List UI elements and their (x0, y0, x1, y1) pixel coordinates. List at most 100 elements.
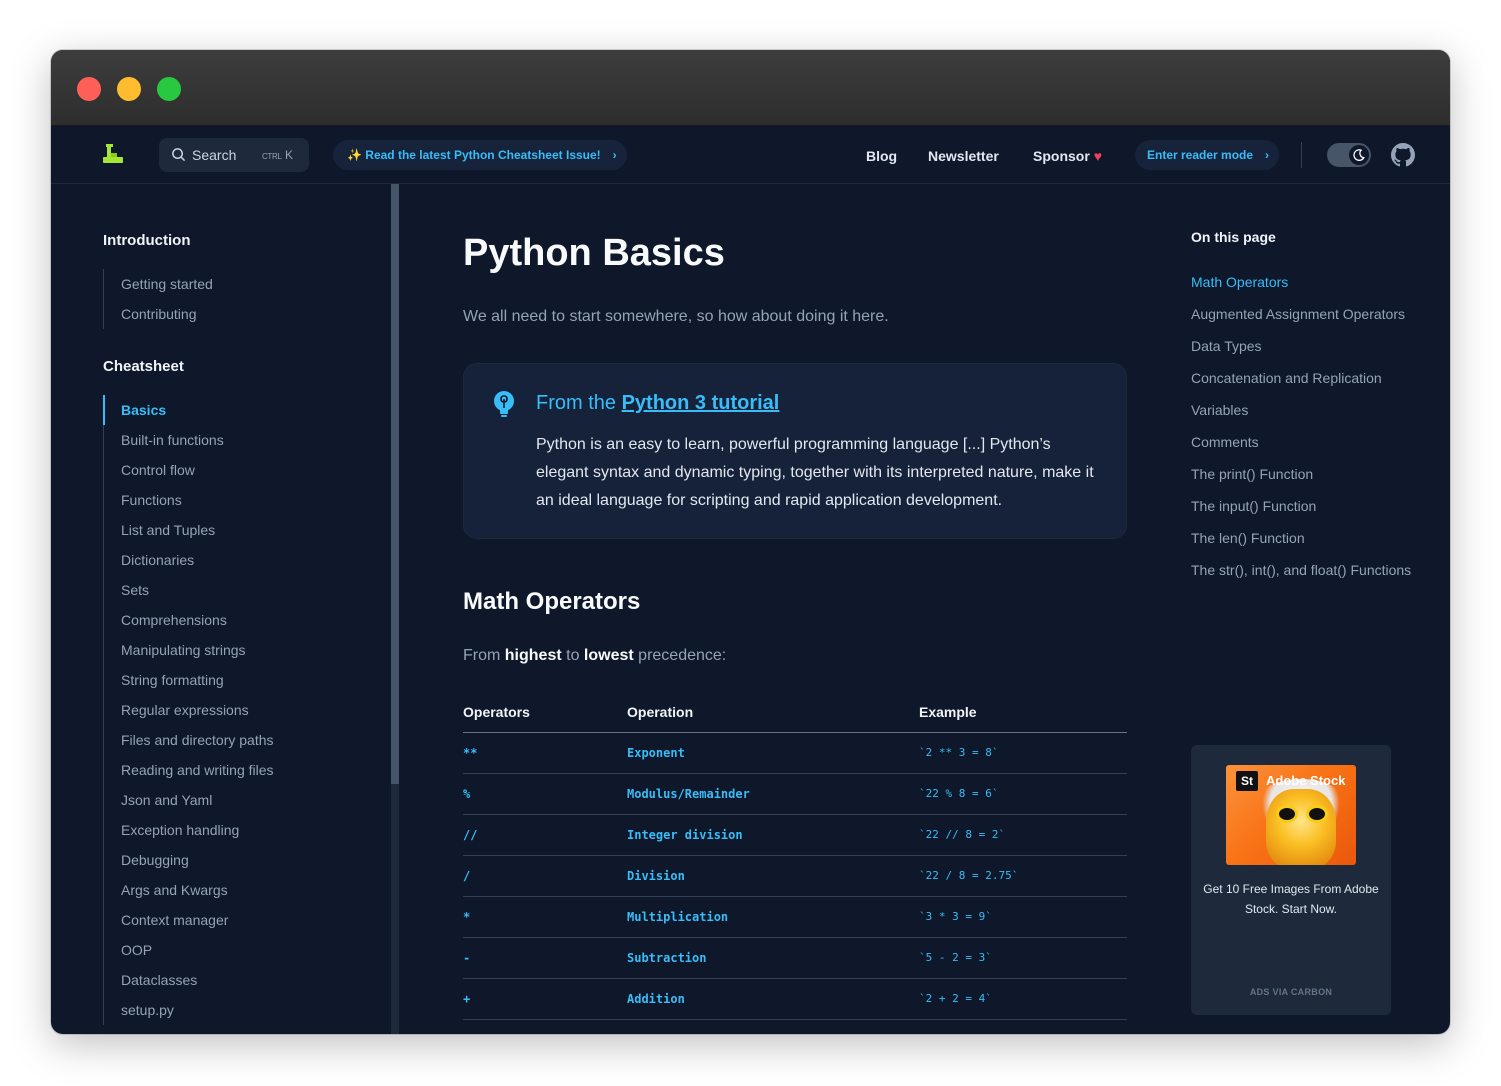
reader-mode-button[interactable]: Enter reader mode › (1135, 140, 1280, 170)
sidebar-item-basics[interactable]: Basics (103, 395, 274, 425)
toc-item-input-function[interactable]: The input() Function (1191, 494, 1421, 518)
sidebar-item-comprehensions[interactable]: Comprehensions (104, 605, 274, 635)
sidebar-item-reading-and-writing-files[interactable]: Reading and writing files (104, 755, 274, 785)
ads-via-carbon-link[interactable]: ADS VIA CARBON (1191, 987, 1391, 997)
lightbulb-icon (494, 391, 514, 417)
cheatsheet-issue-link[interactable]: ✨ Read the latest Python Cheatsheet Issu… (333, 140, 627, 170)
moon-icon (1353, 149, 1365, 161)
operation-cell: Modulus/Remainder (627, 773, 919, 815)
sidebar-item-getting-started[interactable]: Getting started (104, 269, 213, 299)
sidebar-intro-list: Getting started Contributing (103, 269, 213, 329)
toc-item-augmented-assignment[interactable]: Augmented Assignment Operators (1191, 302, 1421, 326)
table-header: Operation (627, 692, 919, 733)
table-row: //Integer division `22 // 8 = 2` (463, 814, 1127, 856)
top-navbar: Search CTRL K ✨ Read the latest Python C… (51, 126, 1450, 184)
ad-image-glasses (1306, 805, 1328, 823)
tutorial-callout: From the Python 3 tutorial Python is an … (463, 363, 1127, 539)
sidebar-scrollbar-thumb[interactable] (391, 184, 399, 784)
sidebar-heading-cheatsheet: Cheatsheet (103, 358, 184, 375)
sidebar-item-functions[interactable]: Functions (104, 485, 274, 515)
sidebar-item-regular-expressions[interactable]: Regular expressions (104, 695, 274, 725)
section-title-math-operators: Math Operators (463, 588, 641, 615)
table-row: / Division `22 / 8 = 2.75` (463, 855, 1127, 897)
nav-newsletter-link[interactable]: Newsletter (928, 148, 999, 164)
table-header: Operators (463, 692, 627, 733)
sidebar-item-debugging[interactable]: Debugging (104, 845, 274, 875)
sidebar-item-string-formatting[interactable]: String formatting (104, 665, 274, 695)
carbon-ad[interactable]: St Adobe Stock Get 10 Free Images From A… (1191, 745, 1391, 1015)
operation-cell: Exponent (627, 732, 919, 774)
sidebar-item-dataclasses[interactable]: Dataclasses (104, 965, 274, 995)
sidebar-item-exception-handling[interactable]: Exception handling (104, 815, 274, 845)
example-cell: `22 % 8 = 6` (919, 773, 1127, 815)
example-cell: `22 // 8 = 2` (919, 814, 1127, 856)
python-tutorial-link[interactable]: Python 3 tutorial (622, 392, 780, 414)
example-cell: `22 / 8 = 2.75` (919, 855, 1127, 897)
sidebar-item-manipulating-strings[interactable]: Manipulating strings (104, 635, 274, 665)
operation-cell: Division (627, 855, 919, 897)
maximize-window-button[interactable] (157, 77, 181, 101)
search-shortcut: CTRL K (261, 148, 293, 162)
sidebar-item-json-and-yaml[interactable]: Json and Yaml (104, 785, 274, 815)
operator-cell: ** (463, 732, 627, 774)
sidebar-item-context-manager[interactable]: Context manager (104, 905, 274, 935)
page-lead: We all need to start somewhere, so how a… (463, 308, 889, 325)
toc-item-str-int-float[interactable]: The str(), int(), and float() Functions (1191, 558, 1421, 582)
toc-item-concatenation[interactable]: Concatenation and Replication (1191, 366, 1421, 390)
operation-cell: Multiplication (627, 896, 919, 938)
close-window-button[interactable] (77, 77, 101, 101)
sidebar-item-contributing[interactable]: Contributing (104, 299, 213, 329)
toc-item-variables[interactable]: Variables (1191, 398, 1421, 422)
heart-icon: ♥ (1093, 148, 1103, 164)
precedence-note: From highest to lowest precedence: (463, 647, 727, 664)
sidebar-item-setup-py[interactable]: setup.py (104, 995, 274, 1025)
toc-item-data-types[interactable]: Data Types (1191, 334, 1421, 358)
search-icon (172, 148, 186, 162)
github-icon[interactable] (1391, 143, 1415, 167)
table-row: - Subtraction `5 - 2 = 3` (463, 937, 1127, 979)
ad-text[interactable]: Get 10 Free Images From Adobe Stock. Sta… (1191, 879, 1391, 919)
chevron-right-icon: › (1265, 148, 1270, 162)
sidebar-item-dictionaries[interactable]: Dictionaries (104, 545, 274, 575)
ad-image[interactable]: St Adobe Stock (1226, 765, 1356, 865)
sidebar-item-built-in-functions[interactable]: Built-in functions (104, 425, 274, 455)
dark-mode-toggle[interactable] (1327, 143, 1371, 167)
toc-item-print-function[interactable]: The print() Function (1191, 462, 1421, 486)
toc-heading: On this page (1191, 229, 1276, 245)
toggle-knob (1349, 145, 1369, 165)
sidebar-heading-introduction: Introduction (103, 232, 191, 249)
callout-body: Python is an easy to learn, powerful pro… (536, 436, 1094, 509)
nav-blog-link[interactable]: Blog (866, 148, 897, 164)
logo-icon[interactable] (101, 142, 125, 166)
toc-list: Math Operators Augmented Assignment Oper… (1191, 270, 1421, 590)
example-cell: `2 ** 3 = 8` (919, 732, 1127, 774)
toc-item-comments[interactable]: Comments (1191, 430, 1421, 454)
nav-sponsor-link[interactable]: Sponsor ♥ (1033, 148, 1102, 164)
main-content: Python Basics We all need to start somew… (463, 184, 1128, 1034)
sponsor-label: Sponsor (1033, 148, 1090, 164)
example-cell: `5 - 2 = 3` (919, 937, 1127, 979)
sidebar-scrollbar[interactable] (391, 184, 399, 1034)
sidebar-item-sets[interactable]: Sets (104, 575, 274, 605)
adobe-stock-badge: St (1236, 771, 1258, 791)
table-row: % Modulus/Remainder `22 % 8 = 6` (463, 773, 1127, 815)
toc-item-math-operators[interactable]: Math Operators (1191, 270, 1421, 294)
operator-cell: / (463, 855, 627, 897)
operation-cell: Addition (627, 978, 919, 1020)
promo-label: ✨ Read the latest Python Cheatsheet Issu… (347, 148, 601, 162)
sidebar-item-control-flow[interactable]: Control flow (104, 455, 274, 485)
sidebar-item-list-and-tuples[interactable]: List and Tuples (104, 515, 274, 545)
toc-item-len-function[interactable]: The len() Function (1191, 526, 1421, 550)
sidebar-item-args-and-kwargs[interactable]: Args and Kwargs (104, 875, 274, 905)
window-titlebar (51, 50, 1450, 126)
browser-window: Search CTRL K ✨ Read the latest Python C… (51, 50, 1450, 1034)
minimize-window-button[interactable] (117, 77, 141, 101)
ad-image-face (1266, 789, 1336, 865)
sidebar-item-files-and-directory-paths[interactable]: Files and directory paths (104, 725, 274, 755)
ad-brand: Adobe Stock (1266, 773, 1346, 788)
sidebar-item-oop[interactable]: OOP (104, 935, 274, 965)
table-header: Example (919, 692, 1127, 733)
callout-title: From the Python 3 tutorial (536, 392, 780, 414)
search-button[interactable]: Search CTRL K (159, 138, 309, 172)
reader-mode-label: Enter reader mode (1147, 148, 1254, 162)
